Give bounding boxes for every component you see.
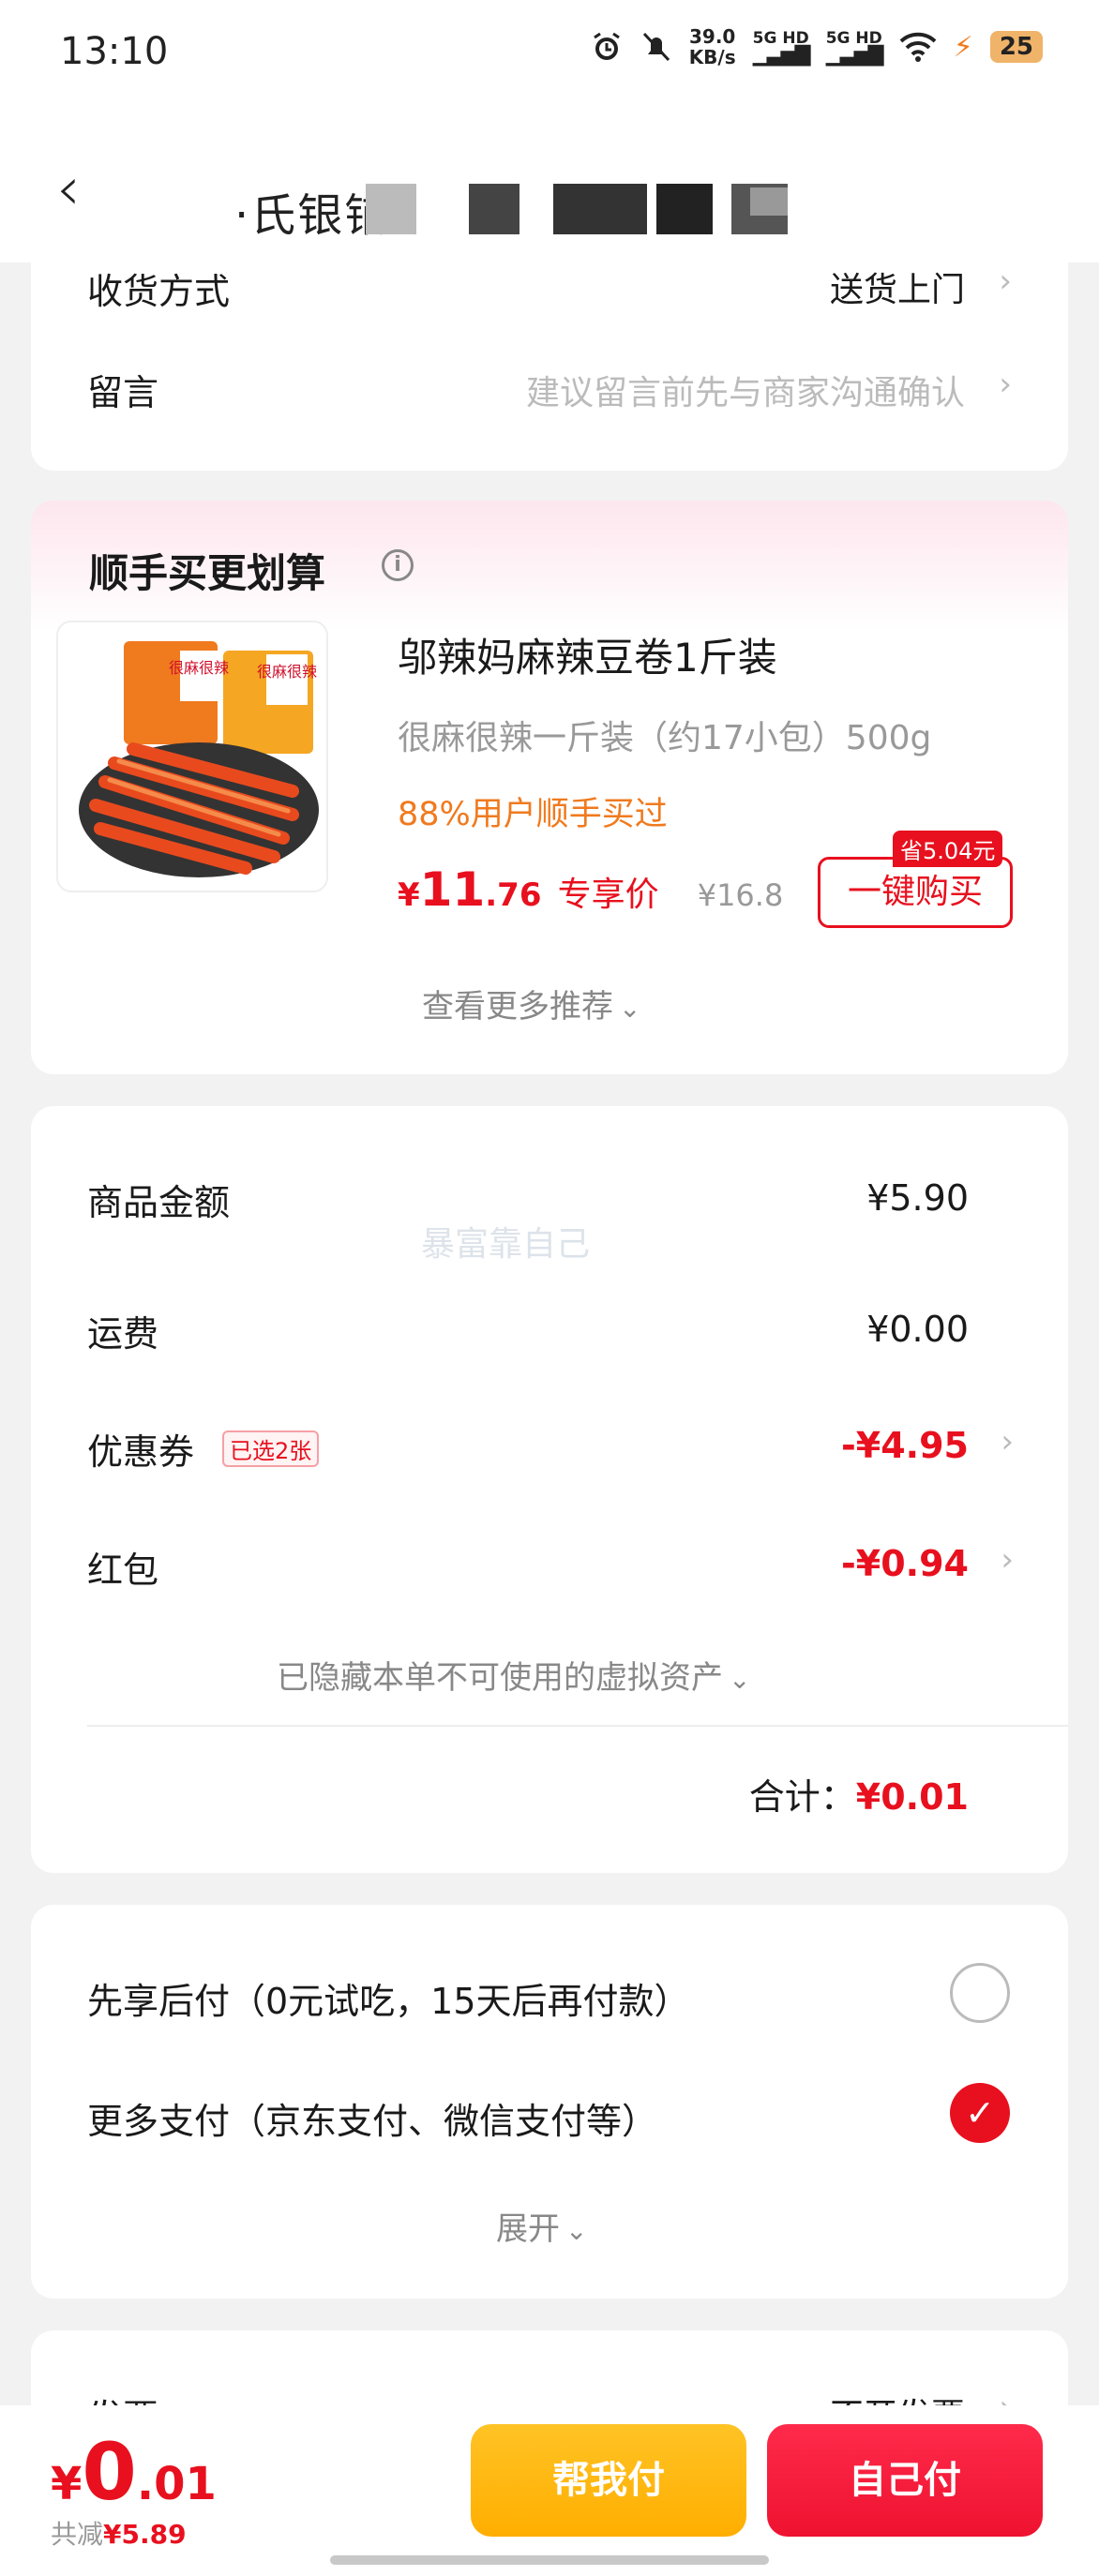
goods-amount-value: ¥5.90 [866,1177,969,1219]
order-total: 合计：¥0.01 [748,1776,969,1818]
pay-later-label[interactable]: 先享后付（0元试吃，15天后再付款） [87,1972,690,2024]
hidden-assets-toggle[interactable]: 已隐藏本单不可使用的虚拟资产 ⌄ [277,1652,750,1698]
saved-amount: 共减¥5.89 [51,2519,187,2550]
help-me-pay-button[interactable]: 帮我付 [471,2424,746,2537]
divider [87,1725,1068,1727]
pay-later-radio[interactable] [950,1963,1010,2023]
save-badge: 省5.04元 [893,831,1003,867]
status-icons: 39.0 KB/s 5G HD ▁▃▅▇ 5G HD ▁▃▅▇ ⚡ 25 [590,26,1043,67]
shipping-label: 运费 [87,1313,159,1355]
svg-text:很麻很辣: 很麻很辣 [257,663,317,681]
checkmark-icon[interactable]: ✓ [950,2083,1010,2143]
redpacket-label: 红包 [87,1550,159,1591]
svg-text:很麻很辣: 很麻很辣 [169,659,229,677]
page-header [0,112,1099,262]
one-click-buy-button[interactable]: 一键购买 [818,857,1013,928]
info-icon[interactable]: i [382,549,414,581]
order-options-card: 收货方式 送货上门 › 留言 建议留言前先与商家沟通确认 › [31,262,1068,471]
message-label: 留言 [87,372,159,413]
status-time: 13:10 [60,30,169,73]
chevron-right-icon[interactable]: › [999,262,1012,300]
product-price: ¥11.76 专享价 ¥16.8 [398,862,784,917]
mute-icon [642,32,670,62]
original-price: ¥16.8 [697,877,784,913]
delivery-value[interactable]: 送货上门 [830,262,965,311]
payment-card: 先享后付（0元试吃，15天后再付款） 更多支付（京东支付、微信支付等） ✓ 展开… [31,1905,1068,2299]
net-speed: 39.0 KB/s [688,25,736,68]
product-photo: 很麻很辣 很麻很辣 [58,622,326,891]
charging-icon: ⚡ [953,30,973,64]
chevron-right-icon[interactable]: › [1001,1541,1014,1579]
home-indicator[interactable] [330,2555,769,2565]
message-input[interactable]: 建议留言前先与商家沟通确认 [526,366,965,414]
chevron-down-icon: ⌄ [729,1664,751,1695]
pay-myself-button[interactable]: 自己付 [767,2424,1043,2537]
shipping-value: ¥0.00 [866,1309,969,1350]
back-icon[interactable]: ‹ [56,159,81,219]
coupon-count-tag: 已选2张 [222,1430,320,1467]
wifi-icon [899,32,937,62]
coupon-value[interactable]: -¥4.95 [841,1425,969,1466]
redpacket-value[interactable]: -¥0.94 [841,1543,969,1584]
price-tag: 专享价 [557,876,659,914]
summary-card: 商品金额 ¥5.90 暴富靠自己 运费 ¥0.00 优惠券 已选2张 -¥4.9… [31,1106,1068,1873]
product-name[interactable]: 邬辣妈麻辣豆卷1斤装 [398,626,777,683]
product-image[interactable]: 很麻很辣 很麻很辣 [56,621,328,892]
goods-amount-label: 商品金额 [87,1182,231,1223]
expand-payments-toggle[interactable]: 展开 ⌄ [496,2203,587,2249]
signal-2: 5G HD ▁▃▅▇ [825,29,884,67]
watermark: 暴富靠自己 [421,1225,591,1264]
signal-1: 5G HD ▁▃▅▇ [752,29,811,67]
chevron-right-icon[interactable]: › [999,366,1012,403]
alarm-icon [593,32,620,60]
more-recommend-link[interactable]: 查看更多推荐 ⌄ [422,981,640,1026]
product-desc: 很麻很辣一斤装（约17小包）500g [398,719,932,757]
chevron-down-icon: ⌄ [619,993,641,1024]
chevron-down-icon: ⌄ [565,2215,588,2246]
recommend-title: 顺手买更划算 [89,550,326,596]
more-payment-label[interactable]: 更多支付（京东支付、微信支付等） [87,2092,657,2144]
delivery-label: 收货方式 [87,271,231,312]
payable-amount: ¥0.01 [51,2426,217,2518]
chevron-right-icon[interactable]: › [1001,1423,1014,1460]
battery-indicator: 25 [989,31,1043,63]
coupon-label: 优惠券 [87,1431,195,1473]
social-proof: 88%用户顺手买过 [398,796,668,833]
